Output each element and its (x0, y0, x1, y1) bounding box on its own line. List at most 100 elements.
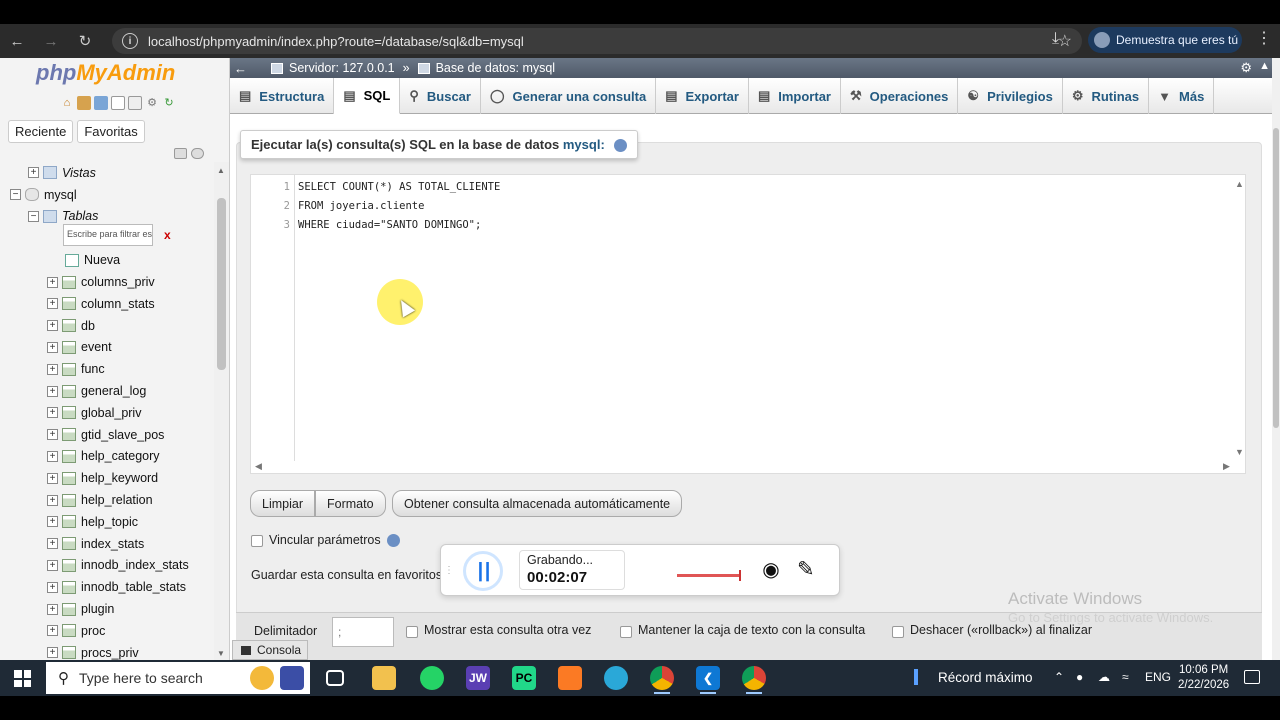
delimiter-input[interactable]: ; (332, 617, 394, 647)
expand-icon[interactable]: + (47, 450, 58, 462)
editor-scroll-right-icon[interactable]: ▶ (1223, 461, 1230, 472)
tab-estructura[interactable]: ▤ Estructura (230, 78, 335, 114)
doc-page-icon[interactable] (111, 96, 125, 110)
expand-icon[interactable]: + (47, 407, 58, 419)
back-icon[interactable]: ← (0, 24, 34, 58)
link-with-main-icon[interactable] (191, 148, 204, 159)
nav-scroll-thumb[interactable] (217, 198, 226, 370)
expand-icon[interactable]: + (47, 538, 58, 550)
expand-icon[interactable]: + (47, 320, 58, 332)
tree-item-db-mysql[interactable]: − mysql (0, 184, 214, 206)
tree-table-item[interactable]: + gtid_slave_pos (0, 424, 214, 446)
bookmark-star-icon[interactable]: ☆ (1058, 31, 1072, 51)
vscode-icon[interactable]: ❮ (696, 666, 720, 690)
people-app-icon[interactable] (280, 666, 304, 690)
tree-table-item[interactable]: + procs_priv (0, 642, 214, 660)
get-stored-query-button[interactable]: Obtener consulta almacenada automáticame… (392, 490, 683, 517)
tree-table-item[interactable]: + innodb_index_stats (0, 555, 214, 577)
format-button[interactable]: Formato (315, 490, 386, 517)
language-indicator[interactable]: ENG (1145, 670, 1171, 684)
show-query-again-checkbox[interactable] (406, 626, 418, 638)
expand-icon[interactable]: + (47, 363, 58, 375)
tree-table-item[interactable]: + help_topic (0, 511, 214, 533)
home-icon[interactable]: ⌂ (60, 96, 74, 110)
xampp-icon[interactable] (558, 666, 582, 690)
collapse-up-icon[interactable]: ▲ (1259, 60, 1270, 72)
tree-item-new[interactable]: Nueva (0, 249, 214, 271)
notifications-icon[interactable] (1244, 670, 1260, 684)
clear-button[interactable]: Limpiar (250, 490, 315, 517)
expand-icon[interactable]: + (47, 341, 58, 353)
collapse-icon[interactable]: − (28, 210, 39, 222)
tree-item-views[interactable]: + Vistas (0, 162, 214, 184)
expand-icon[interactable]: + (47, 603, 58, 615)
editor-scroll-down-icon[interactable]: ▼ (1235, 447, 1244, 457)
chrome-icon[interactable] (650, 666, 674, 690)
tree-table-item[interactable]: + help_category (0, 446, 214, 468)
browser-menu-icon[interactable]: ⋮ (1256, 28, 1272, 48)
tab-operaciones[interactable]: ⚒ Operaciones (841, 78, 959, 114)
cloud-icon[interactable]: ☁ (1098, 670, 1110, 684)
tab-sql[interactable]: ▤ SQL (334, 78, 401, 114)
app-icon[interactable] (604, 666, 628, 690)
tree-table-item[interactable]: + column_stats (0, 293, 214, 315)
tree-table-item[interactable]: + global_priv (0, 402, 214, 424)
tree-table-item[interactable]: + proc (0, 620, 214, 642)
recent-tab[interactable]: Reciente (8, 120, 74, 143)
expand-icon[interactable]: + (47, 429, 58, 441)
task-view-icon[interactable] (326, 670, 344, 686)
tab-mas[interactable]: ▼ Más (1149, 78, 1215, 114)
tree-table-item[interactable]: + plugin (0, 598, 214, 620)
tree-table-item[interactable]: + func (0, 358, 214, 380)
profile-button[interactable]: Demuestra que eres tú (1088, 27, 1242, 53)
microphone-icon[interactable]: ● (1076, 670, 1083, 684)
help-icon[interactable] (614, 139, 628, 153)
tree-table-item[interactable]: + index_stats (0, 533, 214, 555)
breadcrumb-server[interactable]: Servidor: 127.0.0.1 (289, 61, 395, 75)
tab-privilegios[interactable]: ☯ Privilegios (958, 78, 1063, 114)
whatsapp-icon[interactable] (420, 666, 444, 690)
expand-icon[interactable]: + (47, 625, 58, 637)
table-filter-input[interactable]: Escribe para filtrar es (63, 224, 153, 246)
jw-app-icon[interactable]: JW (466, 666, 490, 690)
address-bar[interactable]: i localhost/phpmyadmin/index.php?route=/… (112, 28, 1082, 54)
scroll-up-icon[interactable]: ▲ (217, 166, 225, 175)
tree-table-item[interactable]: + columns_priv (0, 271, 214, 293)
tree-table-item[interactable]: + general_log (0, 380, 214, 402)
favorites-tab[interactable]: Favoritas (77, 120, 145, 143)
pycharm-icon[interactable]: PC (512, 666, 536, 690)
scroll-down-icon[interactable]: ▼ (217, 649, 225, 658)
reload-icon[interactable]: ↻ (68, 24, 102, 58)
reload-nav-icon[interactable]: ↻ (162, 96, 176, 110)
main-scrollbar[interactable] (1272, 58, 1280, 660)
collapse-icon[interactable]: − (10, 189, 21, 201)
forward-icon[interactable]: → (34, 24, 68, 58)
editor-scroll-left-icon[interactable]: ◀ (255, 461, 262, 472)
pen-icon[interactable]: ✎ (797, 557, 815, 582)
bind-params-checkbox[interactable] (251, 535, 263, 547)
taskbar-clock[interactable]: 10:06 PM 2/22/2026 (1178, 663, 1229, 693)
expand-icon[interactable]: + (47, 494, 58, 506)
tree-table-item[interactable]: + help_keyword (0, 467, 214, 489)
expand-icon[interactable]: + (47, 581, 58, 593)
wifi-icon[interactable]: ≈ (1122, 670, 1129, 684)
download-icon[interactable]: ⤓ (1052, 30, 1059, 48)
pause-button[interactable]: | | (463, 551, 503, 591)
phpmyadmin-logo[interactable]: phpMyAdmin (36, 60, 175, 86)
expand-icon[interactable]: + (28, 167, 39, 179)
editor-scroll-up-icon[interactable]: ▲ (1235, 179, 1244, 189)
webcam-icon[interactable]: ◉ (759, 558, 783, 582)
tab-exportar[interactable]: ▤ Exportar (656, 78, 749, 114)
rollback-checkbox[interactable] (892, 626, 904, 638)
clear-filter-button[interactable]: x (164, 228, 171, 242)
chrome-profile-icon[interactable] (742, 666, 766, 690)
expand-icon[interactable]: + (47, 472, 58, 484)
tab-rutinas[interactable]: ⚙ Rutinas (1063, 78, 1150, 114)
main-scroll-thumb[interactable] (1273, 128, 1279, 428)
exit-icon[interactable] (77, 96, 91, 110)
expand-icon[interactable]: + (47, 516, 58, 528)
drag-handle-icon[interactable]: ⋮ (444, 565, 454, 576)
tab-buscar[interactable]: ⚲ Buscar (400, 78, 481, 114)
tab-generar-consulta[interactable]: ◯ Generar una consulta (481, 78, 657, 114)
legend-db-link[interactable]: mysql: (563, 137, 605, 152)
